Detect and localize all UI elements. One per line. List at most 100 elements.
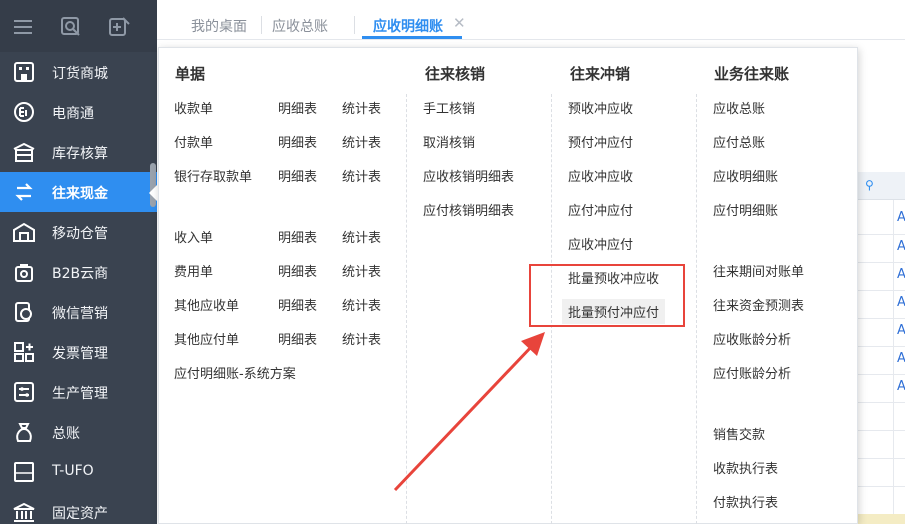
fixed-asset-icon	[13, 502, 35, 522]
sidebar-item-label: 移动仓管	[52, 226, 108, 242]
tab-receivable-ledger[interactable]: 应收总账	[272, 16, 328, 36]
menu-item-receivable-ledger[interactable]: 应收总账	[713, 98, 765, 117]
menu-item-receivable-detail[interactable]: 应收明细账	[713, 166, 778, 185]
sidebar-item-invoice[interactable]: 发票管理	[0, 332, 157, 372]
menu-item-other-payable[interactable]: 其他应付单	[174, 329, 239, 348]
inventory-icon	[13, 142, 35, 162]
menu-item-receipt[interactable]: 收款单	[174, 98, 213, 117]
menu-item-income-stats[interactable]: 统计表	[342, 227, 381, 246]
menu-item-other-payable-detail[interactable]: 明细表	[278, 329, 317, 348]
menu-item-receivable-write-off-detail[interactable]: 应收核销明细表	[423, 166, 514, 185]
active-item-caret	[149, 185, 157, 201]
sidebar-item-label: 库存核算	[52, 146, 108, 162]
ledger-icon	[16, 423, 32, 442]
add-tab-icon[interactable]	[108, 16, 130, 38]
menu-item-payment-stats[interactable]: 统计表	[342, 132, 381, 151]
table-cell[interactable]: A	[897, 295, 905, 310]
ufo-icon	[14, 462, 34, 482]
menu-item-payable-detail[interactable]: 应付明细账	[713, 200, 778, 219]
menu-item-payable-offset-payable[interactable]: 应付冲应付	[568, 200, 633, 219]
row-divider	[857, 458, 905, 459]
menu-item-receipt-execution[interactable]: 收款执行表	[713, 458, 778, 477]
sidebar-item-label: 总账	[52, 426, 80, 442]
section-title-documents: 单据	[175, 65, 206, 83]
sidebar-item-mobile-warehouse[interactable]: 移动仓管	[0, 212, 157, 252]
menu-item-cancel-write-off[interactable]: 取消核销	[423, 132, 475, 151]
table-cell[interactable]: A	[897, 239, 905, 254]
menu-item-income-detail[interactable]: 明细表	[278, 227, 317, 246]
table-header: ⚲	[857, 172, 905, 200]
menu-item-payable-aging[interactable]: 应付账龄分析	[713, 363, 791, 382]
sidebar-item-production[interactable]: 生产管理	[0, 372, 157, 412]
sidebar-item-t-ufo[interactable]: T-UFO	[0, 452, 157, 492]
menu-item-payment-detail[interactable]: 明细表	[278, 132, 317, 151]
close-icon[interactable]: ✕	[453, 14, 466, 32]
menu-item-other-payable-stats[interactable]: 统计表	[342, 329, 381, 348]
menu-item-receivable-offset-payable[interactable]: 应收冲应付	[568, 234, 633, 253]
module-menu-panel: 单据 收款单 明细表 统计表 付款单 明细表 统计表 银行存取款单 明细表 统计…	[158, 47, 858, 524]
menu-item-payment[interactable]: 付款单	[174, 132, 213, 151]
sidebar-item-fixed-assets[interactable]: 固定资产	[0, 492, 157, 524]
menu-item-expense-detail[interactable]: 明细表	[278, 261, 317, 280]
search-icon[interactable]	[60, 16, 82, 38]
menu-item-fund-forecast[interactable]: 往来资金预测表	[713, 295, 804, 314]
menu-item-payable-detail-scheme[interactable]: 应付明细账-系统方案	[174, 363, 296, 382]
menu-item-bank-deposit-detail[interactable]: 明细表	[278, 166, 317, 185]
row-divider	[857, 486, 905, 487]
sidebar-item-label: T-UFO	[52, 463, 94, 479]
sidebar-item-general-ledger[interactable]: 总账	[0, 412, 157, 452]
sidebar-item-order-mall[interactable]: 订货商城	[0, 52, 157, 92]
tab-bar: 我的桌面 应收总账 应收明细账	[157, 0, 905, 40]
table-cell[interactable]: A	[897, 210, 905, 225]
table-cell[interactable]: A	[897, 267, 905, 282]
menu-item-advance-receipt-offset[interactable]: 预收冲应收	[568, 98, 633, 117]
exchange-icon	[15, 183, 33, 201]
menu-item-receipt-detail[interactable]: 明细表	[278, 98, 317, 117]
table-cell[interactable]: A	[897, 379, 905, 394]
sidebar-item-b2b-cloud[interactable]: B2B云商	[0, 252, 157, 292]
menu-item-manual-write-off[interactable]: 手工核销	[423, 98, 475, 117]
pin-icon[interactable]: ⚲	[865, 178, 874, 192]
tab-my-desktop[interactable]: 我的桌面	[191, 16, 247, 36]
production-icon	[14, 382, 34, 402]
menu-item-payable-ledger[interactable]: 应付总账	[713, 132, 765, 151]
menu-item-sales-payment[interactable]: 销售交款	[713, 424, 765, 443]
column-divider	[406, 94, 407, 524]
sidebar-item-label: 订货商城	[52, 66, 108, 82]
column-divider	[696, 94, 697, 524]
menu-item-other-receivable-stats[interactable]: 统计表	[342, 295, 381, 314]
menu-item-receipt-stats[interactable]: 统计表	[342, 98, 381, 117]
menu-icon[interactable]	[12, 16, 34, 38]
sidebar-item-wechat-marketing[interactable]: 微信营销	[0, 292, 157, 332]
menu-item-bank-deposit[interactable]: 银行存取款单	[174, 166, 252, 185]
menu-item-period-statement[interactable]: 往来期间对账单	[713, 261, 804, 280]
column-divider	[893, 200, 894, 524]
menu-item-other-receivable[interactable]: 其他应收单	[174, 295, 239, 314]
sidebar-item-ecommerce[interactable]: 电商通	[0, 92, 157, 132]
sidebar-toolbar	[0, 0, 157, 52]
row-divider	[857, 346, 905, 347]
sidebar-item-label: B2B云商	[52, 266, 109, 282]
tab-divider	[261, 16, 262, 34]
sidebar-item-label: 生产管理	[52, 386, 108, 402]
sidebar-item-cash-exchange[interactable]: 往来现金	[0, 172, 157, 212]
table-cell[interactable]: A	[897, 323, 905, 338]
menu-item-advance-payment-offset[interactable]: 预付冲应付	[568, 132, 633, 151]
tab-receivable-detail[interactable]: 应收明细账	[373, 16, 443, 36]
menu-item-payable-write-off-detail[interactable]: 应付核销明细表	[423, 200, 514, 219]
row-divider	[857, 374, 905, 375]
menu-item-other-receivable-detail[interactable]: 明细表	[278, 295, 317, 314]
menu-item-receivable-offset-receivable[interactable]: 应收冲应收	[568, 166, 633, 185]
wechat-marketing-icon	[15, 302, 32, 322]
table-cell[interactable]: A	[897, 351, 905, 366]
table-footer	[857, 514, 905, 524]
row-divider	[857, 290, 905, 291]
menu-item-expense[interactable]: 费用单	[174, 261, 213, 280]
menu-item-bank-deposit-stats[interactable]: 统计表	[342, 166, 381, 185]
sidebar-item-label: 微信营销	[52, 306, 108, 322]
sidebar-item-inventory[interactable]: 库存核算	[0, 132, 157, 172]
menu-item-income[interactable]: 收入单	[174, 227, 213, 246]
menu-item-expense-stats[interactable]: 统计表	[342, 261, 381, 280]
menu-item-payment-execution[interactable]: 付款执行表	[713, 492, 778, 511]
menu-item-receivable-aging[interactable]: 应收账龄分析	[713, 329, 791, 348]
